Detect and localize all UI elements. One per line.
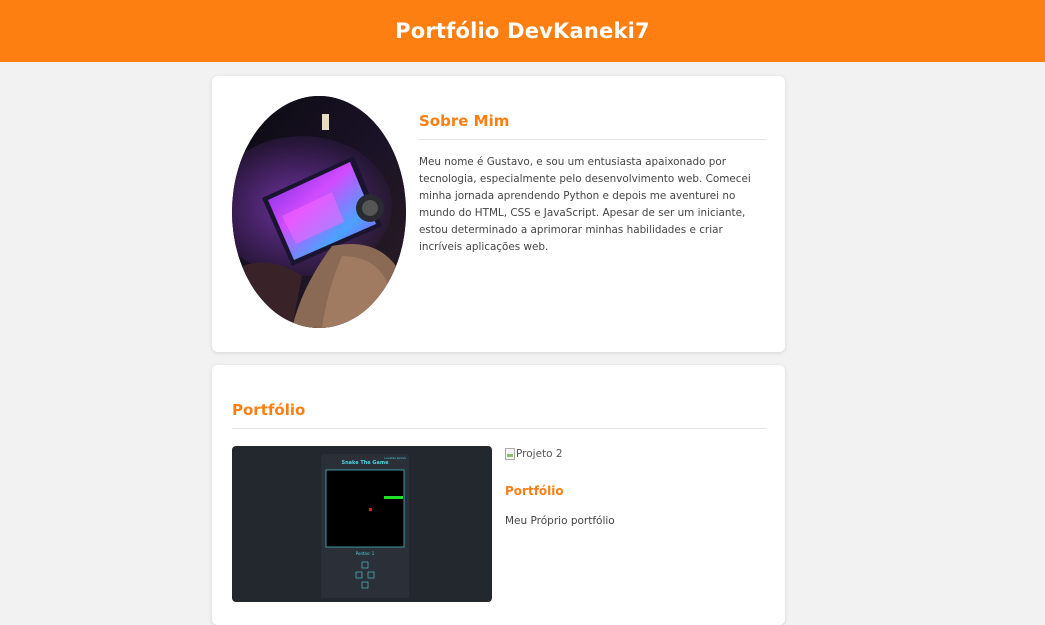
- about-card: Sobre Mim Meu nome é Gustavo, e sou um e…: [212, 76, 785, 352]
- project-2-image-alt: Projeto 2: [516, 448, 563, 460]
- project-2-description: Meu Próprio portfólio: [505, 515, 615, 527]
- project-1-thumbnail[interactable]: Snake The Game Lucates Jannik Pontos: 1: [232, 446, 492, 602]
- portfolio-heading: Portfólio: [232, 401, 766, 429]
- snake-game-corner-text: Lucates Jannik: [384, 456, 406, 460]
- project-2-title[interactable]: Portfólio: [505, 484, 765, 498]
- portfolio-header: Portfólio: [232, 401, 766, 429]
- snake-game-screenshot: Snake The Game Lucates Jannik Pontos: 1: [321, 454, 409, 598]
- profile-photo: [232, 96, 406, 328]
- profile-photo-image: [232, 96, 406, 328]
- portfolio-card: Portfólio Snake The Game Lucates Jannik …: [212, 365, 785, 625]
- site-title: Portfólio DevKaneki7: [395, 19, 650, 43]
- snake-game-score: Pontos: 1: [356, 551, 375, 556]
- broken-image-icon: [505, 448, 515, 460]
- project-2-image[interactable]: Projeto 2: [505, 446, 765, 462]
- about-paragraph: Meu nome é Gustavo, e sou um entusiasta …: [419, 156, 751, 253]
- project-2: Projeto 2 Portfólio Meu Próprio portfóli…: [505, 446, 765, 527]
- site-header: Portfólio DevKaneki7: [0, 0, 1045, 62]
- snake-game-title: Snake The Game: [341, 460, 389, 466]
- about-heading: Sobre Mim: [419, 112, 766, 140]
- about-section: Sobre Mim Meu nome é Gustavo, e sou um e…: [419, 112, 766, 256]
